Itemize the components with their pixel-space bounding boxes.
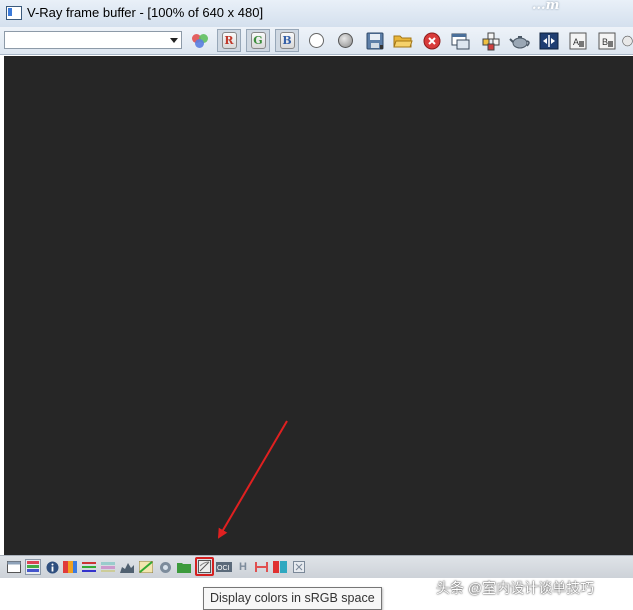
vray-frame-buffer-window: V-Ray frame buffer - [100% of 640 x 480]…	[0, 0, 633, 610]
split-icon[interactable]	[253, 559, 269, 575]
load-image-button[interactable]	[391, 29, 415, 52]
render-teapot-button[interactable]	[508, 29, 532, 52]
curve-icon[interactable]	[100, 559, 116, 575]
srgb-space-icon[interactable]	[195, 557, 214, 576]
view-gray-button[interactable]	[333, 29, 357, 52]
window-copy-icon	[451, 33, 470, 49]
track-mouse-button[interactable]	[479, 29, 503, 52]
lens-effects-icon[interactable]	[157, 559, 173, 575]
title-bar[interactable]: V-Ray frame buffer - [100% of 640 x 480]…	[0, 0, 633, 28]
history-b-button[interactable]: B	[595, 29, 619, 52]
blue-channel-button[interactable]: B	[275, 29, 299, 52]
white-circle-icon	[308, 33, 324, 48]
more-button[interactable]	[622, 29, 633, 52]
info-icon[interactable]	[44, 559, 60, 575]
red-x-icon	[423, 32, 441, 49]
rgb-balls-icon	[191, 33, 209, 49]
overflow-icon	[622, 35, 633, 46]
top-toolbar: R G B A B	[0, 27, 633, 55]
app-icon	[6, 6, 22, 20]
color-clamp-icon[interactable]	[62, 559, 78, 575]
red-channel-button[interactable]: R	[217, 29, 241, 52]
history-a-button[interactable]: A	[566, 29, 590, 52]
bottom-toolbar: OCI H	[0, 555, 633, 578]
folder-open-icon	[393, 35, 413, 47]
teapot-icon	[509, 35, 530, 48]
crosshair-icon	[482, 32, 500, 50]
ab-compare-button[interactable]	[537, 29, 561, 52]
logo-watermark: ...m	[532, 0, 560, 13]
clear-image-button[interactable]	[420, 29, 444, 52]
exposure-icon[interactable]	[138, 559, 154, 575]
compare-icon	[539, 32, 559, 49]
histogram-icon[interactable]	[119, 559, 135, 575]
channel-dropdown[interactable]	[4, 31, 182, 49]
tooltip: Display colors in sRGB space	[203, 587, 382, 610]
red-channel-icon: R	[221, 32, 237, 49]
gray-sphere-icon	[337, 33, 353, 48]
svg-text:OCI: OCI	[217, 565, 230, 572]
history-b-icon: B	[598, 32, 616, 49]
chevron-down-icon	[170, 38, 178, 43]
duplicate-to-max-button[interactable]	[449, 29, 473, 52]
svg-text:A: A	[573, 37, 579, 47]
history-a-icon: A	[569, 32, 587, 49]
lut-icon[interactable]	[176, 559, 192, 575]
h-icon[interactable]: H	[235, 559, 251, 575]
render-canvas[interactable]	[4, 56, 633, 555]
svg-text:B: B	[602, 37, 608, 47]
pixel-info-icon[interactable]	[25, 559, 41, 575]
green-channel-icon: G	[250, 32, 266, 49]
color-mode-button[interactable]	[188, 29, 212, 52]
ocio-icon[interactable]: OCI	[216, 559, 232, 575]
green-channel-button[interactable]: G	[246, 29, 270, 52]
window-icon[interactable]	[6, 559, 22, 575]
view-white-button[interactable]	[304, 29, 328, 52]
watermark-text: 头条 @室内设计谈单技巧	[436, 580, 595, 596]
levels-icon[interactable]	[81, 559, 97, 575]
floppy-disk-icon	[366, 32, 384, 49]
blue-channel-icon: B	[279, 32, 295, 49]
save-image-button[interactable]	[363, 29, 387, 52]
stereo-icon[interactable]	[272, 559, 288, 575]
window-title: V-Ray frame buffer - [100% of 640 x 480]	[27, 5, 264, 20]
pin-icon[interactable]	[291, 559, 307, 575]
